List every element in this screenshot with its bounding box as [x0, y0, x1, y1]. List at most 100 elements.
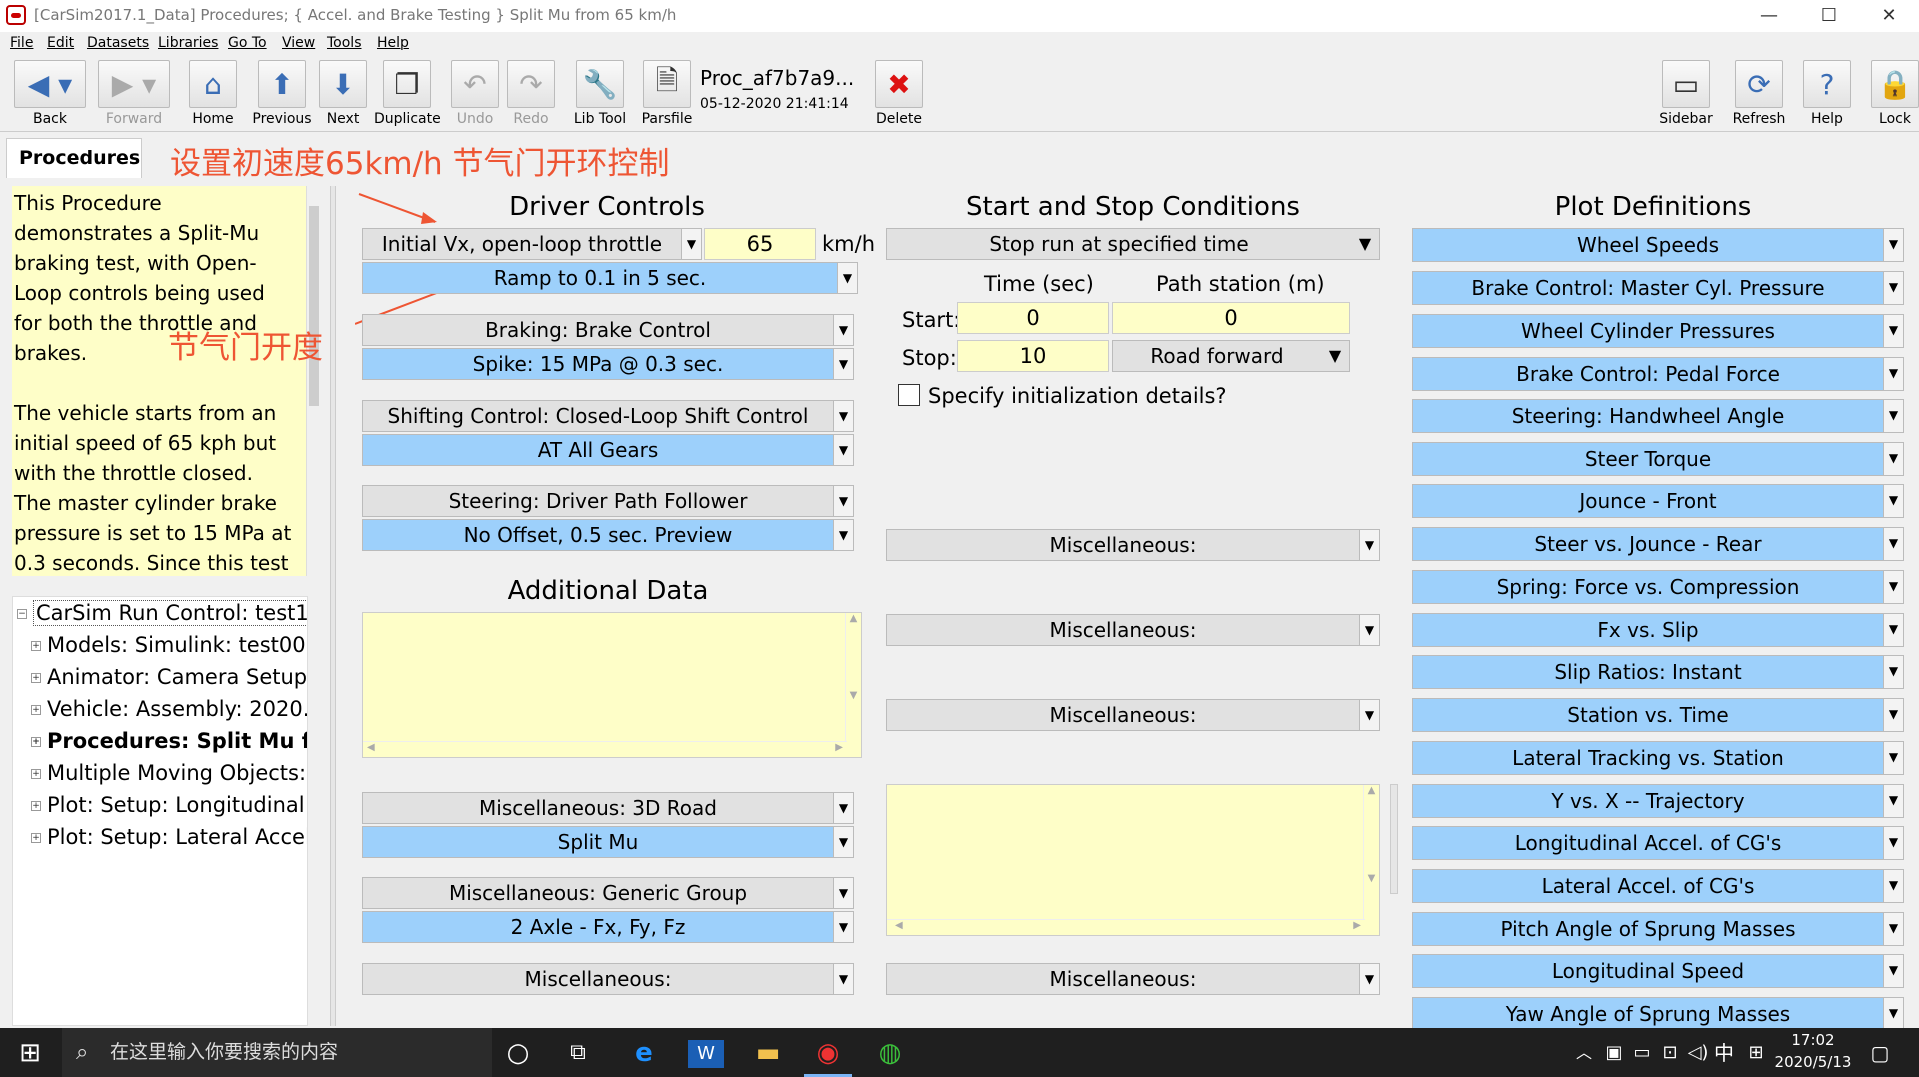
edge-icon[interactable]: e — [626, 1036, 662, 1070]
back-button[interactable]: ◀ ▾ Back — [12, 60, 88, 127]
misc-3d-road-select[interactable]: Miscellaneous: 3D Road ▼ — [362, 792, 854, 824]
tab-procedures[interactable]: Procedures — [6, 138, 142, 178]
plot-definition-select[interactable]: Spring: Force vs. Compression ▼ — [1412, 570, 1904, 604]
clock-date[interactable]: 2020/5/13 — [1772, 1053, 1854, 1071]
direction-select[interactable]: Road forward ▼ — [1112, 340, 1350, 372]
plot-definition-select[interactable]: Steer vs. Jounce - Rear ▼ — [1412, 527, 1904, 561]
misc-select[interactable]: Miscellaneous: ▼ — [886, 699, 1380, 731]
stop-mode-select[interactable]: Stop run at specified time ▼ — [886, 228, 1380, 260]
word-icon[interactable]: W — [688, 1040, 724, 1068]
plot-definition-select[interactable]: Steering: Handwheel Angle ▼ — [1412, 399, 1904, 433]
tree-item[interactable]: +Vehicle: Assembly: 2020.5.9 — [27, 693, 307, 725]
menu-view[interactable]: View — [282, 35, 315, 51]
plot-definition-select[interactable]: Slip Ratios: Instant ▼ — [1412, 655, 1904, 689]
menu-tools[interactable]: Tools — [327, 35, 362, 51]
misc-3d-road-dataset-select[interactable]: Split Mu ▼ — [362, 826, 854, 858]
plot-definition-select[interactable]: Wheel Cylinder Pressures ▼ — [1412, 314, 1904, 348]
throttle-dataset-select[interactable]: Ramp to 0.1 in 5 sec. ▼ — [362, 262, 858, 294]
forward-button[interactable]: ▶ ▾ Forward — [96, 60, 172, 127]
plot-definition-select[interactable]: Longitudinal Accel. of CG's ▼ — [1412, 826, 1904, 860]
plot-definition-select[interactable]: Brake Control: Pedal Force ▼ — [1412, 357, 1904, 391]
tree-item[interactable]: + Multiple Moving Objects: 1 — [27, 757, 307, 789]
init-details-checkbox[interactable] — [898, 384, 920, 406]
links-tree[interactable]: − CarSim Run Control: test111 + Models: Si… — [12, 596, 308, 1026]
plot-definition-select[interactable]: Wheel Speeds ▼ — [1412, 228, 1904, 262]
sidebar-button[interactable]: ▭ Sidebar — [1656, 60, 1716, 127]
start-stop-textarea[interactable]: ▲ ▼ ◀ ▶ — [886, 784, 1380, 936]
shifting-dataset-select[interactable]: AT All Gears ▼ — [362, 434, 854, 466]
plot-definition-select[interactable]: Yaw Angle of Sprung Masses ▼ — [1412, 997, 1904, 1031]
plot-definition-select[interactable]: Y vs. X -- Trajectory ▼ — [1412, 784, 1904, 818]
task-view-icon[interactable]: ⧉ — [560, 1036, 596, 1070]
tree-item[interactable]: +Procedures: Split Mu fron — [27, 725, 307, 757]
refresh-button[interactable]: ⟳ Refresh — [1732, 60, 1786, 127]
tree-item[interactable]: + Animator: Camera Setup: 1 — [27, 661, 307, 693]
notes-scrollbar[interactable] — [306, 186, 320, 576]
redo-button[interactable]: ↷ Redo — [504, 60, 558, 127]
windows-start-icon[interactable]: ⊞ — [12, 1036, 48, 1070]
shifting-library-select[interactable]: Shifting Control: Closed-Loop Shift Cont… — [362, 400, 854, 432]
menu-help[interactable]: Help — [377, 35, 409, 51]
home-button[interactable]: ⌂ Home — [186, 60, 240, 127]
additional-data-textarea[interactable]: ▲ ▼ ◀ ▶ — [362, 612, 862, 758]
pane-splitter[interactable] — [330, 186, 336, 1026]
menu-edit[interactable]: Edit — [47, 35, 74, 51]
chevron-down-icon: ▼ — [1883, 998, 1903, 1030]
misc-select[interactable]: Miscellaneous: ▼ — [886, 963, 1380, 995]
cortana-icon[interactable]: ○ — [500, 1036, 536, 1070]
delete-button[interactable]: ✖ Delete — [872, 60, 926, 127]
tree-item[interactable]: − CarSim Run Control: test111 — [13, 597, 307, 629]
lib-tool-button[interactable]: 🔧 Lib Tool — [570, 60, 630, 127]
clock-time[interactable]: 17:02 — [1772, 1031, 1854, 1049]
wechat-icon[interactable]: ◍ — [872, 1036, 908, 1070]
vertical-scrollbar[interactable] — [1390, 784, 1398, 894]
menu-goto[interactable]: Go To — [228, 35, 267, 51]
lock-button[interactable]: 🔒 Lock — [1868, 60, 1919, 127]
steering-library-select[interactable]: Steering: Driver Path Follower ▼ — [362, 485, 854, 517]
procedure-notes[interactable]: This Procedure demonstrates a Split-Mu b… — [12, 186, 307, 576]
start-path-input[interactable]: 0 — [1112, 302, 1350, 334]
plot-definition-select[interactable]: Lateral Tracking vs. Station ▼ — [1412, 741, 1904, 775]
undo-button[interactable]: ↶ Undo — [448, 60, 502, 127]
ime-indicator[interactable]: 中 — [1706, 1036, 1742, 1070]
stop-time-input[interactable]: 10 — [957, 340, 1109, 372]
close-window-button[interactable]: ✕ — [1859, 0, 1919, 32]
misc-select[interactable]: Miscellaneous: ▼ — [886, 614, 1380, 646]
plot-definition-select[interactable]: Fx vs. Slip ▼ — [1412, 613, 1904, 647]
speed-mode-select[interactable]: Initial Vx, open-loop throttle ▼ — [362, 228, 702, 260]
misc-generic-group-select[interactable]: Miscellaneous: Generic Group ▼ — [362, 877, 854, 909]
braking-dataset-select[interactable]: Spike: 15 MPa @ 0.3 sec. ▼ — [362, 348, 854, 380]
menu-file[interactable]: File — [10, 35, 33, 51]
tree-item[interactable]: +Plot: Setup: Longitudinal Sp — [27, 789, 307, 821]
plot-definition-select[interactable]: Lateral Accel. of CG's ▼ — [1412, 869, 1904, 903]
tree-item[interactable]: + Models: Simulink: test000 — [27, 629, 307, 661]
file-explorer-icon[interactable]: ▬ — [750, 1036, 786, 1070]
braking-library-select[interactable]: Braking: Brake Control ▼ — [362, 314, 854, 346]
plot-definition-select[interactable]: Jounce - Front ▼ — [1412, 484, 1904, 518]
taskbar-search-box[interactable]: ⌕ 在这里输入你要搜索的内容 — [62, 1028, 492, 1077]
notifications-icon[interactable]: ▢ — [1862, 1036, 1898, 1070]
duplicate-button[interactable]: ❐ Duplicate — [374, 60, 441, 127]
start-time-input[interactable]: 0 — [957, 302, 1109, 334]
menu-libraries[interactable]: Libraries — [158, 35, 218, 51]
carsim-icon[interactable]: ◉ — [810, 1036, 846, 1070]
plot-definition-select[interactable]: Longitudinal Speed ▼ — [1412, 954, 1904, 988]
misc-select[interactable]: Miscellaneous: ▼ — [362, 963, 854, 995]
maximize-button[interactable]: ☐ — [1799, 0, 1859, 32]
plot-definition-select[interactable]: Steer Torque ▼ — [1412, 442, 1904, 476]
plot-definition-select[interactable]: Station vs. Time ▼ — [1412, 698, 1904, 732]
misc-select[interactable]: Miscellaneous: ▼ — [886, 529, 1380, 561]
keyboard-icon[interactable]: ⊞ — [1738, 1036, 1774, 1070]
help-button[interactable]: ? Help — [1800, 60, 1854, 127]
plot-definition-select[interactable]: Pitch Angle of Sprung Masses ▼ — [1412, 912, 1904, 946]
plot-definition-select[interactable]: Brake Control: Master Cyl. Pressure ▼ — [1412, 271, 1904, 305]
previous-button[interactable]: ⬆ Previous — [252, 60, 312, 127]
next-button[interactable]: ⬇ Next — [316, 60, 370, 127]
misc-generic-group-dataset-select[interactable]: 2 Axle - Fx, Fy, Fz ▼ — [362, 911, 854, 943]
parsfile-button[interactable]: 🗎 Parsfile — [640, 60, 694, 127]
menu-datasets[interactable]: Datasets — [87, 35, 149, 51]
steering-dataset-select[interactable]: No Offset, 0.5 sec. Preview ▼ — [362, 519, 854, 551]
initial-speed-input[interactable]: 65 — [704, 228, 816, 260]
minimize-button[interactable]: — — [1739, 0, 1799, 32]
tree-item[interactable]: + Plot: Setup: Lateral Accel. o — [27, 821, 307, 853]
